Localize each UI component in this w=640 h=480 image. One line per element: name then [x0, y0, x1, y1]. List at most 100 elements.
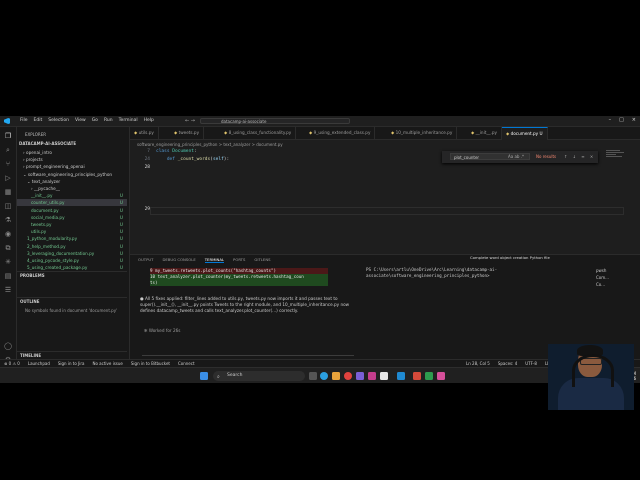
file-tree-item[interactable]: 1_python_modularity.py U	[17, 235, 127, 242]
tab-label: 8_using_class_functionality.py	[228, 130, 292, 135]
find-widget: plot_counter Aa ab .* No results ↑ ↓ ≡ ×	[442, 151, 598, 163]
git-status-badge: U	[119, 243, 123, 249]
start-icon[interactable]	[200, 372, 208, 380]
notification-toast[interactable]: Complete word object creation Python fil…	[470, 255, 590, 261]
nav-arrows-icon[interactable]: ← →	[185, 118, 195, 124]
panel-tab[interactable]: OUTPUT	[138, 257, 153, 263]
file-tree-label: social_media.py	[31, 214, 65, 220]
terminal-instance[interactable]: pwsh	[596, 267, 626, 274]
file-tree-item[interactable]: › __pycache__	[17, 185, 127, 192]
file-tree-item[interactable]: social_media.py U	[17, 214, 127, 221]
account-icon[interactable]: ◯	[4, 342, 12, 350]
source-control-icon[interactable]: ⑂	[4, 160, 12, 168]
menu-item[interactable]: Help	[144, 118, 154, 123]
code-line[interactable]: class Document:	[156, 149, 197, 154]
file-tree-label: __init__.py	[31, 193, 53, 199]
menu-item[interactable]: Terminal	[119, 118, 138, 123]
task-view-icon[interactable]	[309, 372, 317, 380]
editor-tab[interactable]: ◆ utils.py	[130, 127, 159, 139]
vscode-logo-icon	[4, 118, 10, 124]
find-buttons[interactable]: ↑ ↓ ≡ ×	[564, 154, 595, 159]
editor-tab[interactable]: ◆ __init__.py	[467, 127, 503, 139]
git-status-badge: U	[119, 236, 123, 242]
claude-chat: 9 my_tweets.retweets.plot_counts("hashta…	[136, 268, 356, 368]
app4-icon[interactable]	[437, 372, 445, 380]
app-icon[interactable]	[368, 372, 376, 380]
python-icon[interactable]: ⧉	[4, 244, 12, 252]
taskbar: Search ⌕ ENG 2:41 PM 2/2026	[0, 367, 640, 383]
file-tree-item[interactable]: tweets.py U	[17, 221, 127, 228]
panel-tab[interactable]: DEBUG CONSOLE	[162, 257, 195, 263]
vscode-taskbar-icon[interactable]	[397, 372, 405, 380]
notion-icon[interactable]	[380, 372, 388, 380]
file-tree-item[interactable]: document.py U	[17, 207, 127, 214]
editor-tab[interactable]: ◆ tweets.py	[170, 127, 205, 139]
menu-item[interactable]: Run	[104, 118, 113, 123]
file-tree-item[interactable]: › projects	[17, 156, 127, 163]
workspace-root[interactable]: DATACAMP-AI-ASSOCIATE	[19, 141, 76, 146]
file-tree-item[interactable]: › prompt_engineering_openai	[17, 163, 127, 170]
teams-icon[interactable]	[356, 372, 364, 380]
remote-explorer-icon[interactable]: ◫	[4, 202, 12, 210]
editor-tab[interactable]: ◆ 10_multiple_inheritance.py	[387, 127, 458, 139]
search-icon[interactable]: ⌕	[4, 146, 12, 154]
code-line[interactable]: def _count_words(self):	[156, 157, 229, 162]
file-tree-item[interactable]: 4_using_pycode_style.py U	[17, 257, 127, 264]
panel-tab[interactable]: PORTS	[233, 257, 245, 263]
testing-icon[interactable]: ⚗	[4, 216, 12, 224]
app2-icon[interactable]	[413, 372, 421, 380]
webcam-overlay	[548, 344, 634, 410]
terminal-output[interactable]: PS C:\Users\artlu\OneDrive\Arc\Learning\…	[366, 267, 588, 279]
problems-section[interactable]: PROBLEMS	[17, 271, 127, 278]
menu-item[interactable]: Selection	[48, 118, 69, 123]
gitlens-icon[interactable]: ◉	[4, 230, 12, 238]
code-editor[interactable]: 7 class Document: 24 def _count_words(se…	[130, 149, 630, 264]
find-options[interactable]: Aa ab .*	[508, 154, 524, 159]
file-tree-item[interactable]: 2_help_method.py U	[17, 243, 127, 250]
taskbar-search[interactable]: Search	[213, 371, 305, 381]
timeline-section[interactable]: TIMELINE	[17, 351, 127, 358]
outline-section[interactable]: OUTLINE	[17, 297, 127, 304]
terminal-list: pwsh Com... Co...	[596, 267, 626, 288]
title-bar: File Edit Selection View Go Run Terminal Help ←…	[0, 116, 640, 127]
editor-tab[interactable]: ◆ document.py U	[502, 127, 548, 140]
file-explorer-icon[interactable]	[332, 372, 340, 380]
file-tree-item[interactable]: 3_leveraging_documentation.py U	[17, 250, 127, 257]
terminal-instance[interactable]: Com...	[596, 274, 626, 281]
editor-tab[interactable]: ◆ 8_using_class_functionality.py	[220, 127, 297, 139]
menu-item[interactable]: Go	[92, 118, 98, 123]
panel-tab[interactable]: TERMINAL	[204, 257, 225, 263]
menu-item[interactable]: Edit	[34, 118, 43, 123]
file-tree-item[interactable]: › openai_intro	[17, 149, 127, 156]
menu-item[interactable]: View	[75, 118, 86, 123]
explorer-icon[interactable]: ❐	[4, 132, 12, 140]
docker-icon[interactable]: ▤	[4, 272, 12, 280]
file-tree-item[interactable]: utils.py U	[17, 228, 127, 235]
file-tree-item[interactable]: counter_utils.py U	[17, 199, 127, 207]
git-status-badge: U	[119, 193, 123, 199]
tab-label: 10_multiple_inheritance.py	[395, 130, 453, 135]
chrome-icon[interactable]	[344, 372, 352, 380]
file-tree-label: 5_using_created_package.py	[27, 265, 88, 271]
file-tree-item[interactable]: ⌄ text_analyzer	[17, 178, 127, 185]
menu-item[interactable]: File	[20, 118, 28, 123]
app3-icon[interactable]	[425, 372, 433, 380]
extensions-icon[interactable]: ▦	[4, 188, 12, 196]
maximize-icon[interactable]: □	[619, 117, 624, 123]
edge-icon[interactable]	[320, 372, 328, 380]
minimap[interactable]	[606, 149, 626, 163]
file-tree-item[interactable]: ⌄ software_engineering_principles_python	[17, 171, 127, 178]
close-icon[interactable]: ×	[632, 117, 636, 123]
command-center-search[interactable]: datacamp-ai-associate	[200, 117, 350, 124]
claude-icon[interactable]: ✳	[4, 258, 12, 266]
todo-icon[interactable]: ☰	[4, 286, 12, 294]
editor-tabs: ◆ utils.py ◆ tweets.py ◆ 8_using_class_fun…	[130, 127, 640, 140]
file-tree-item[interactable]: __init__.py U	[17, 192, 127, 199]
panel-tab[interactable]: GITLENS	[254, 257, 270, 263]
headset-icon	[572, 354, 614, 387]
editor-tab[interactable]: ◆ 9_using_extended_class.py	[305, 127, 376, 139]
minimize-icon[interactable]: –	[609, 117, 612, 123]
run-debug-icon[interactable]: ▷	[4, 174, 12, 182]
breadcrumb[interactable]: software_engineering_principles_python >…	[137, 142, 283, 147]
terminal-instance[interactable]: Co...	[596, 281, 626, 288]
